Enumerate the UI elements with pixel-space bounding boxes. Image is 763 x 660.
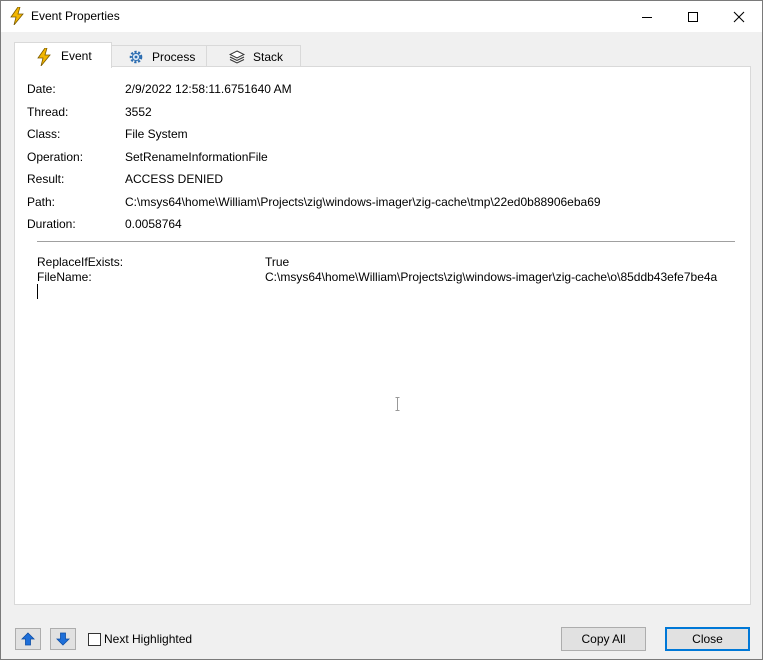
ibeam-cursor-icon [395, 397, 400, 411]
date-label: Date: [27, 82, 56, 96]
replace-if-exists-value: True [265, 255, 290, 269]
divider [37, 241, 735, 242]
maximize-icon [688, 11, 698, 22]
next-highlighted-label[interactable]: Next Highlighted [104, 632, 192, 646]
tab-label: Event [61, 48, 92, 63]
duration-value: 0.0058764 [125, 217, 182, 231]
replace-if-exists-label: ReplaceIfExists: [37, 255, 124, 269]
lightning-icon [10, 6, 24, 26]
duration-label: Duration: [27, 217, 76, 231]
detail-text-area[interactable]: ReplaceIfExists: True FileName: C:\msys6… [15, 247, 750, 597]
tab-process[interactable]: Process [111, 45, 207, 68]
path-value: C:\msys64\home\William\Projects\zig\wind… [125, 195, 601, 209]
date-value: 2/9/2022 12:58:11.6751640 AM [125, 82, 292, 96]
gear-icon [128, 49, 144, 65]
class-value: File System [125, 127, 188, 141]
close-window-button[interactable] [716, 1, 762, 32]
event-details-panel: Date: 2/9/2022 12:58:11.6751640 AM Threa… [14, 66, 751, 605]
lightning-icon [37, 47, 53, 66]
tab-event[interactable]: Event [14, 42, 112, 68]
event-properties-window: Event Properties Event Process Stack Dat… [0, 0, 763, 660]
filename-value: C:\msys64\home\William\Projects\zig\wind… [265, 270, 718, 284]
class-label: Class: [27, 127, 61, 141]
text-caret [37, 284, 38, 299]
close-icon [733, 11, 745, 22]
operation-value: SetRenameInformationFile [125, 150, 268, 164]
operation-label: Operation: [27, 150, 84, 164]
next-event-button[interactable] [50, 628, 76, 650]
title-bar[interactable]: Event Properties [1, 1, 762, 32]
minimize-icon [642, 16, 652, 18]
thread-value: 3552 [125, 105, 152, 119]
window-title: Event Properties [31, 9, 120, 23]
path-label: Path: [27, 195, 56, 209]
layers-icon [229, 49, 245, 65]
thread-label: Thread: [27, 105, 69, 119]
result-label: Result: [27, 172, 65, 186]
tab-stack[interactable]: Stack [206, 45, 301, 68]
arrow-down-icon [56, 632, 70, 646]
arrow-up-icon [21, 632, 35, 646]
next-highlighted-checkbox[interactable] [88, 633, 101, 646]
minimize-button[interactable] [624, 1, 670, 32]
copy-all-button[interactable]: Copy All [561, 627, 646, 651]
previous-event-button[interactable] [15, 628, 41, 650]
maximize-button[interactable] [670, 1, 716, 32]
tab-label: Process [152, 50, 196, 64]
close-button[interactable]: Close [665, 627, 750, 651]
tab-label: Stack [253, 50, 284, 64]
filename-label: FileName: [37, 270, 92, 284]
result-value: ACCESS DENIED [125, 172, 224, 186]
